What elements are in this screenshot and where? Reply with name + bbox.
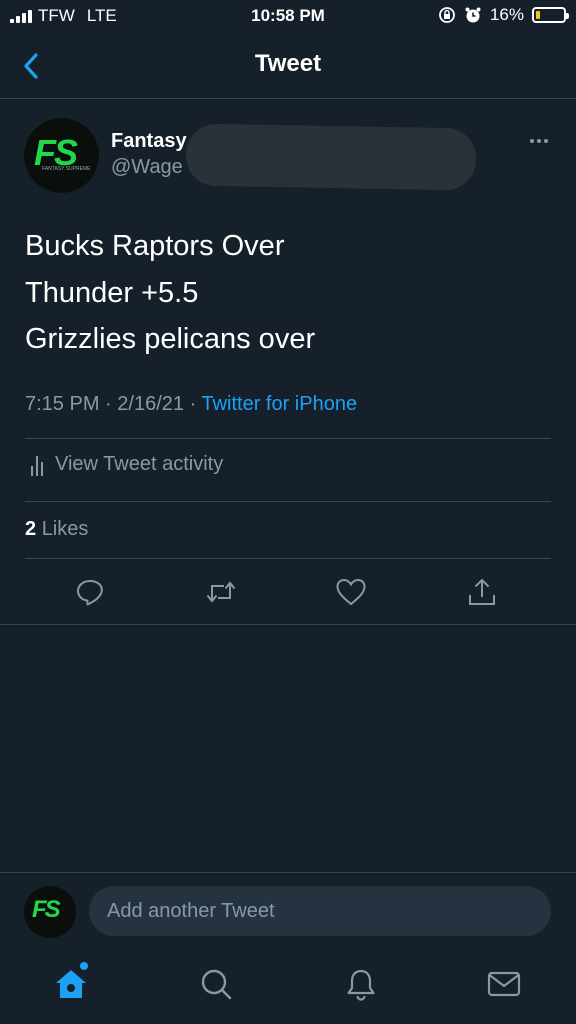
retweet-button[interactable] [204, 572, 238, 612]
likes-count[interactable]: 2 Likes [25, 518, 88, 541]
battery-icon [532, 7, 569, 23]
tweet-line: Thunder +5.5 [25, 276, 199, 309]
notification-dot [80, 962, 88, 970]
heart-icon [336, 578, 366, 606]
alarm-icon [465, 7, 481, 23]
more-options-icon[interactable] [530, 139, 548, 143]
retweet-icon [206, 581, 236, 603]
likes-number: 2 [25, 518, 37, 540]
compose-bar: FS Add another Tweet [0, 872, 576, 953]
reply-button[interactable] [73, 572, 107, 612]
tweet-line: Grizzlies pelicans over [25, 323, 316, 355]
like-button[interactable] [334, 572, 368, 612]
battery-percent: 16% [489, 5, 524, 24]
avatar-logo-text: FS [32, 896, 61, 923]
avatar-logo-subtext: FANTASY SUPREME [42, 166, 91, 172]
status-bar: TFW LTE 10:58 PM 16% [0, 0, 576, 32]
analytics-icon [31, 454, 43, 476]
status-right: 16% [438, 5, 569, 25]
reply-icon [77, 580, 103, 606]
likes-label: Likes [41, 518, 89, 540]
avatar[interactable]: FS [24, 886, 76, 938]
avatar[interactable]: FS FANTASY SUPREME [24, 118, 99, 193]
tweet-time: 7:15 PM [25, 393, 100, 415]
battery-fill [536, 11, 541, 19]
page-title: Tweet [254, 50, 322, 77]
tweet-source-link[interactable]: Twitter for iPhone [201, 393, 357, 415]
add-tweet-input[interactable]: Add another Tweet [89, 886, 551, 936]
tweet-meta: 7:15 PM · 2/16/21 · Twitter for iPhone [25, 393, 357, 416]
share-button[interactable] [465, 572, 499, 612]
tab-notifications[interactable] [341, 964, 381, 1004]
nav-bar: Tweet [0, 32, 576, 99]
activity-label: View Tweet activity [55, 453, 224, 475]
mail-icon [487, 971, 521, 997]
bell-icon [347, 969, 375, 1001]
home-icon [56, 970, 86, 998]
display-name[interactable]: Fantasy [111, 130, 187, 153]
search-icon [201, 969, 232, 1000]
rotation-lock-icon [439, 7, 455, 23]
divider [25, 438, 551, 439]
share-icon [469, 578, 495, 605]
view-tweet-activity[interactable]: View Tweet activity [25, 453, 223, 476]
tab-messages[interactable] [484, 964, 524, 1004]
divider [25, 501, 551, 502]
tab-home[interactable] [51, 964, 91, 1004]
tweet-text: Bucks Raptors Over Thunder +5.5 Grizzlie… [25, 223, 315, 363]
divider [25, 558, 551, 559]
redaction-mark [185, 123, 477, 191]
tweet-date: 2/16/21 [117, 393, 185, 415]
tweet-actions [0, 572, 576, 612]
meta-separator: · [189, 393, 197, 415]
user-handle[interactable]: @Wage [111, 156, 183, 179]
tweet-line: Bucks Raptors Over [25, 230, 285, 262]
tweet-detail: FS FANTASY SUPREME Fantasy @Wage Bucks R… [0, 99, 576, 625]
meta-separator: · [105, 393, 112, 415]
tab-search[interactable] [196, 964, 236, 1004]
